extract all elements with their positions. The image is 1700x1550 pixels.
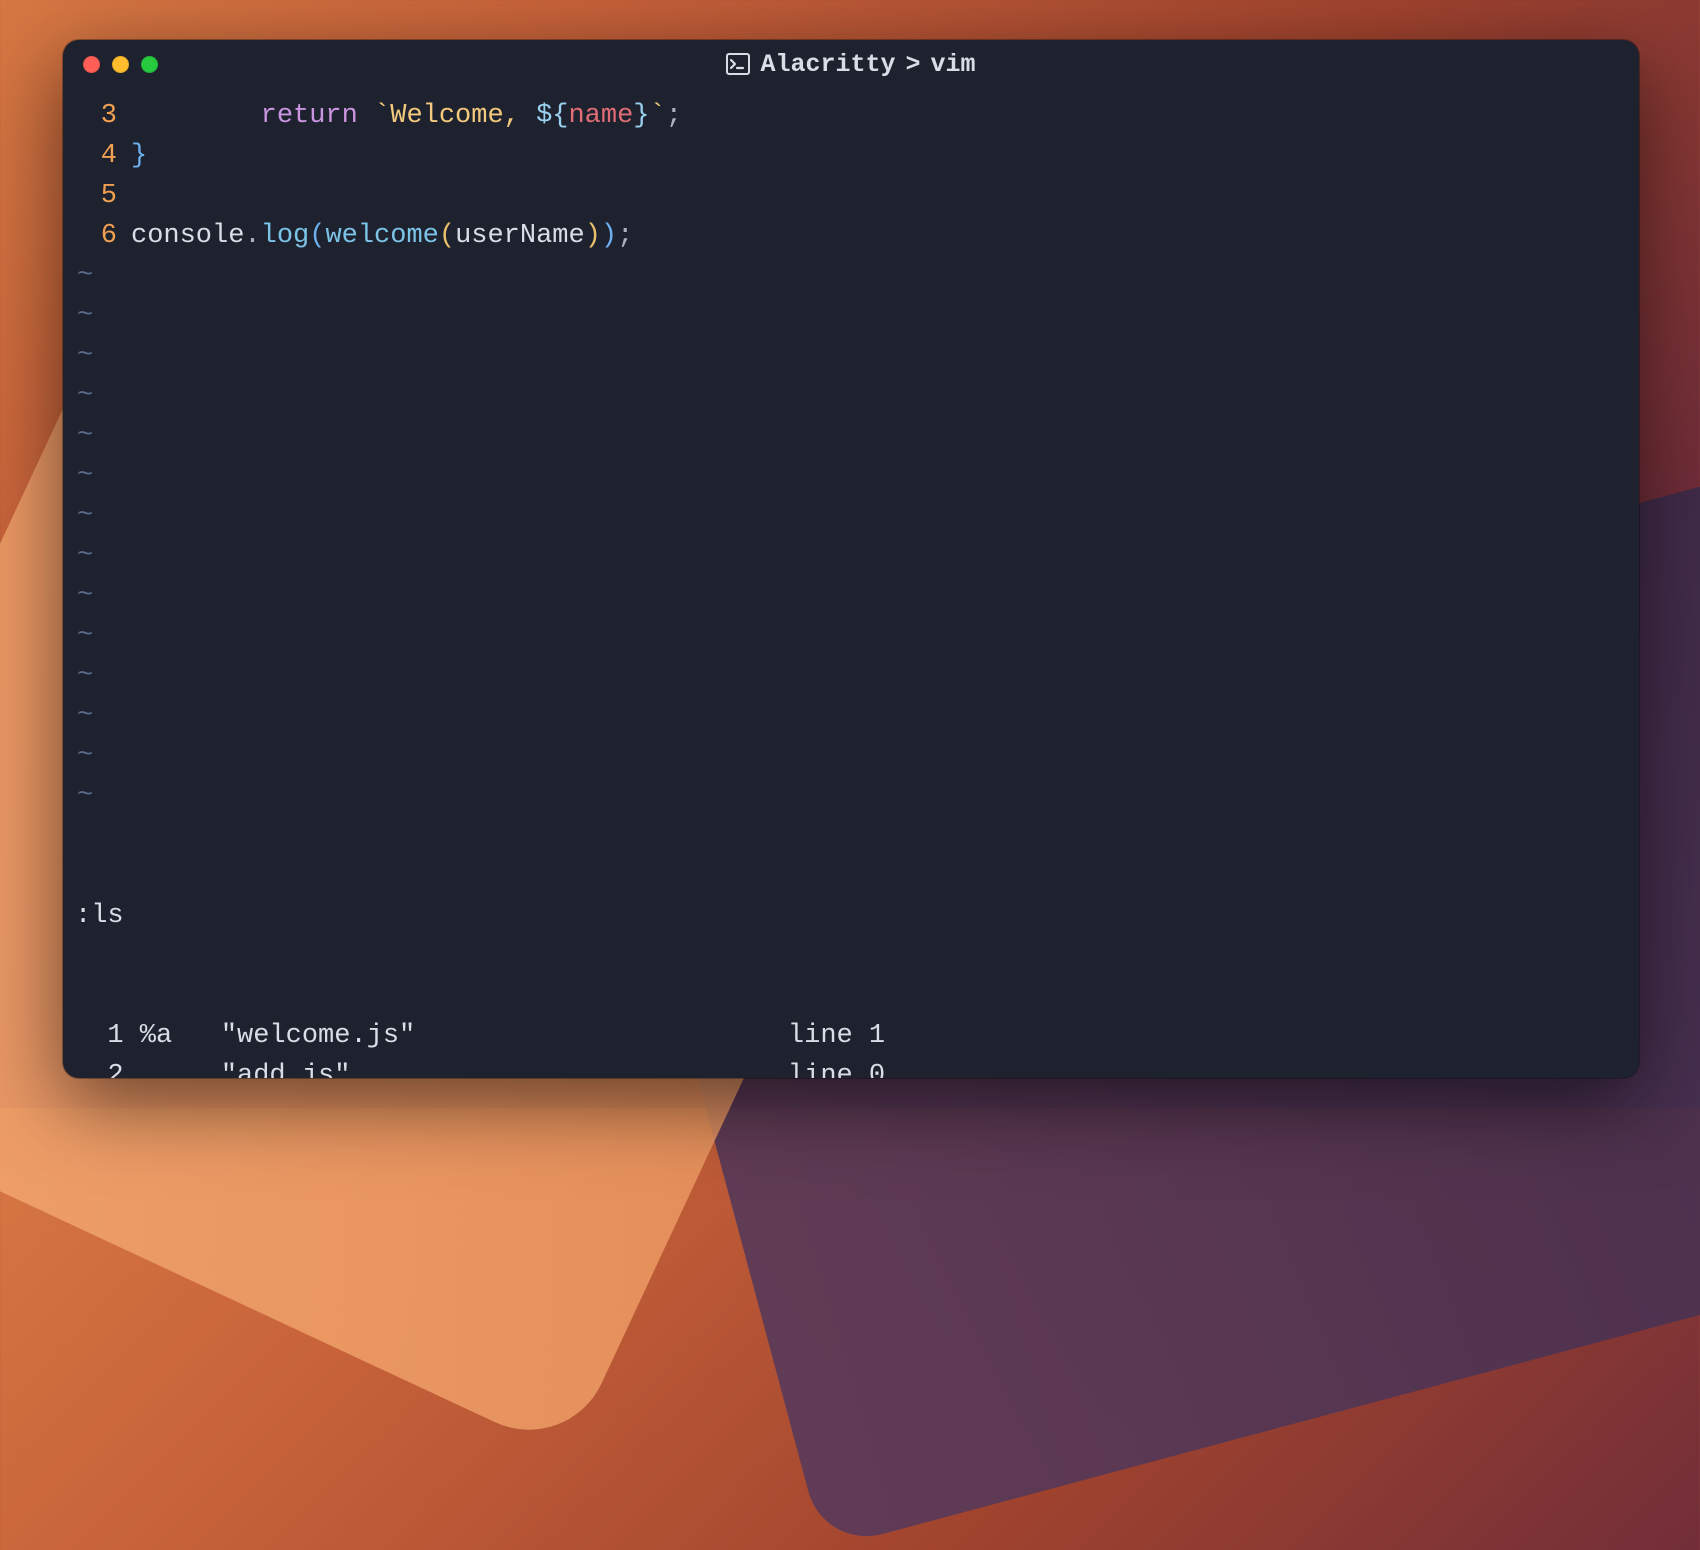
code-content: } <box>131 136 1627 176</box>
title-separator: > <box>906 50 921 79</box>
code-content: console.log(welcome(userName)); <box>131 216 1627 256</box>
empty-line-tilde: ~ <box>75 336 1627 376</box>
empty-line-tilde: ~ <box>75 656 1627 696</box>
line-number: 6 <box>75 216 131 256</box>
code-line: 3 return `Welcome, ${name}`; <box>75 96 1627 136</box>
empty-line-tilde: ~ <box>75 496 1627 536</box>
line-number: 4 <box>75 136 131 176</box>
empty-line-tilde: ~ <box>75 456 1627 496</box>
code-content: return `Welcome, ${name}`; <box>131 96 1627 136</box>
window-title: Alacritty > vim <box>63 50 1639 79</box>
titlebar: Alacritty > vim <box>63 40 1639 88</box>
empty-line-tilde: ~ <box>75 376 1627 416</box>
buffer-list: 1 %a "welcome.js" line 1 2 "add.js" line… <box>75 1016 1627 1078</box>
terminal-viewport[interactable]: 3 return `Welcome, ${name}`;4}56console.… <box>63 88 1639 1078</box>
close-button[interactable] <box>83 56 100 73</box>
buffer-entry: 2 "add.js" line 0 <box>75 1056 1627 1078</box>
empty-line-tilde: ~ <box>75 696 1627 736</box>
empty-line-tilde: ~ <box>75 296 1627 336</box>
line-number: 3 <box>75 96 131 136</box>
code-line: 4} <box>75 136 1627 176</box>
empty-line-tilde: ~ <box>75 256 1627 296</box>
buffer-entry: 1 %a "welcome.js" line 1 <box>75 1016 1627 1056</box>
code-content <box>131 176 1627 216</box>
terminal-icon <box>726 53 750 75</box>
title-app: Alacritty <box>760 50 895 79</box>
empty-line-tilde: ~ <box>75 416 1627 456</box>
empty-line-tilde: ~ <box>75 736 1627 776</box>
entered-command: :ls <box>75 896 1627 936</box>
editor-buffer: 3 return `Welcome, ${name}`;4}56console.… <box>75 96 1627 256</box>
empty-line-tilde: ~ <box>75 576 1627 616</box>
empty-line-tilde: ~ <box>75 616 1627 656</box>
code-line: 5 <box>75 176 1627 216</box>
minimize-button[interactable] <box>112 56 129 73</box>
code-line: 6console.log(welcome(userName)); <box>75 216 1627 256</box>
line-number: 5 <box>75 176 131 216</box>
empty-line-tilde: ~ <box>75 536 1627 576</box>
maximize-button[interactable] <box>141 56 158 73</box>
command-area: :ls 1 %a "welcome.js" line 1 2 "add.js" … <box>75 816 1627 1078</box>
traffic-lights <box>83 56 158 73</box>
empty-lines: ~~~~~~~~~~~~~~ <box>75 256 1627 816</box>
title-process: vim <box>931 50 976 79</box>
terminal-window: Alacritty > vim 3 return `Welcome, ${nam… <box>63 40 1639 1078</box>
empty-line-tilde: ~ <box>75 776 1627 816</box>
